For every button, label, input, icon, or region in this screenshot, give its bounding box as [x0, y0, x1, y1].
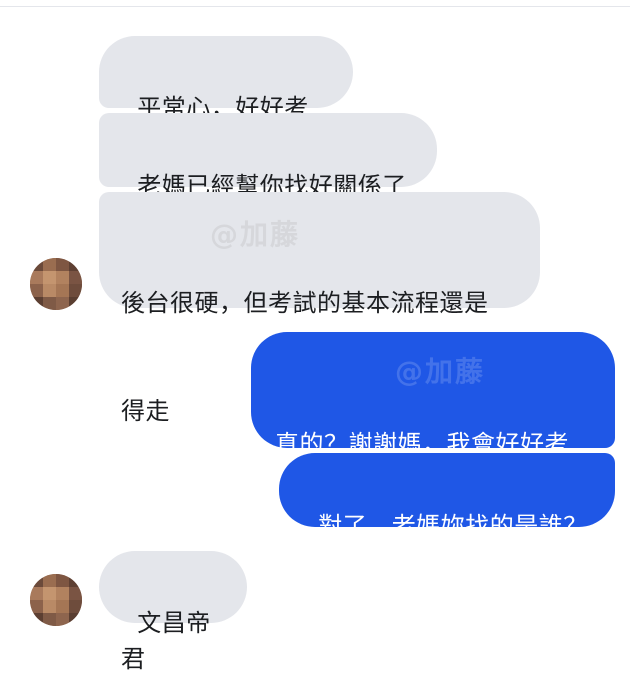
incoming-message-4[interactable]: 文昌帝君: [99, 551, 247, 673]
message-text: 對了，老媽妳找的是誰？: [318, 512, 588, 540]
sender-avatar-pixelated-avatar-icon[interactable]: [30, 574, 82, 626]
incoming-message-1[interactable]: 平常心，好好考吧: [99, 36, 353, 158]
outgoing-message-2[interactable]: 對了，老媽妳找的是誰？: [279, 453, 615, 540]
outgoing-message-1[interactable]: 真的？謝謝媽，我會好好考 的！！！: [251, 332, 615, 566]
message-line-1: 後台很硬，但考試的基本流程還是: [121, 289, 489, 317]
sender-avatar-pixelated-avatar-icon[interactable]: [30, 258, 82, 310]
top-divider: [0, 6, 630, 7]
incoming-message-3[interactable]: 後台很硬，但考試的基本流程還是 得走: [99, 192, 540, 425]
incoming-message-2[interactable]: 老媽已經幫你找好關係了: [99, 113, 437, 200]
message-text: 文昌帝君: [121, 609, 211, 673]
